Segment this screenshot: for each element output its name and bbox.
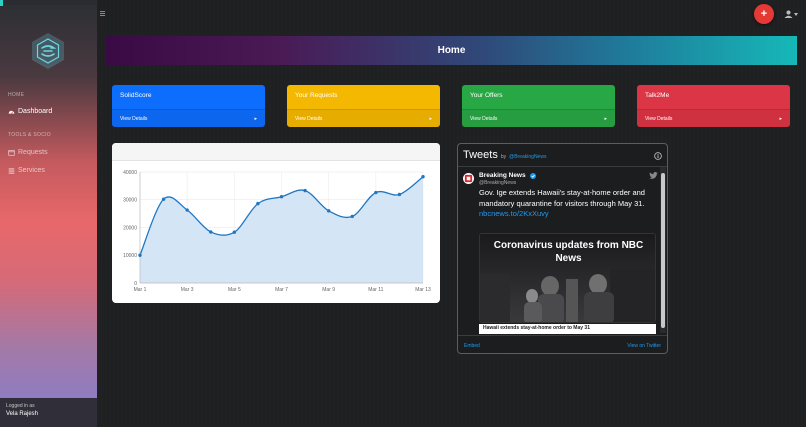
card-your-offers[interactable]: Your Offers View Details ▸ (462, 85, 615, 127)
tweets-by: by (500, 154, 507, 160)
data-point (256, 201, 260, 206)
chevron-right-icon: ▸ (604, 115, 607, 122)
verified-icon (530, 173, 536, 179)
sidebar-item-dashboard[interactable]: Dashboard (8, 108, 52, 115)
avatar[interactable] (463, 173, 474, 184)
sidebar-item-label: Services (18, 167, 45, 174)
nav-section-tools: TOOLS & SOCIO (8, 132, 51, 138)
view-details-link[interactable]: View Details (470, 116, 497, 122)
card-footer[interactable]: View Details ▸ (287, 109, 440, 127)
data-point (326, 209, 331, 213)
sidebar-item-label: Requests (18, 149, 48, 156)
page-title: Home (437, 45, 466, 56)
accent-corner (0, 0, 3, 6)
nav-section-home: HOME (8, 92, 25, 98)
tweets-header: Tweets by @BreakingNews (463, 149, 546, 161)
card-title: Talk2Me (645, 92, 670, 99)
tweets-title: Tweets (463, 149, 498, 161)
chevron-right-icon: ▸ (429, 115, 432, 122)
view-details-link[interactable]: View Details (295, 116, 322, 122)
y-tick-label: 0 (134, 281, 137, 287)
y-tick-label: 20000 (123, 225, 137, 231)
data-point (185, 208, 189, 212)
data-point (161, 197, 166, 201)
user-icon (784, 10, 793, 18)
card-title: SolidScore (120, 92, 152, 99)
tweet-link[interactable]: nbcnews.to/2KxXuvy (479, 209, 549, 218)
y-tick-label: 10000 (123, 253, 137, 259)
page-header: Home (106, 36, 797, 65)
view-on-twitter-link[interactable]: View on Twitter (627, 343, 661, 349)
sidebar-item-services[interactable]: Services (8, 167, 45, 174)
y-tick-label: 30000 (123, 198, 137, 204)
card-solidscore[interactable]: SolidScore View Details ▸ (112, 85, 265, 127)
chevron-right-icon: ▸ (254, 115, 257, 122)
x-tick-label: Mar 13 (415, 287, 431, 293)
x-tick-label: Mar 3 (181, 287, 194, 293)
info-icon[interactable] (654, 152, 662, 160)
card-your-requests[interactable]: Your Requests View Details ▸ (287, 85, 440, 127)
logged-in-panel: Logged in as Vela Rajesh (0, 398, 97, 427)
data-point (397, 192, 402, 197)
view-details-link[interactable]: View Details (645, 116, 672, 122)
logo-icon (32, 32, 64, 70)
card-title: Your Offers (470, 92, 503, 99)
card-footer[interactable]: View Details ▸ (462, 109, 615, 127)
user-menu[interactable] (784, 10, 798, 18)
card-title: Your Requests (295, 92, 338, 99)
embed-link[interactable]: Embed (464, 343, 480, 349)
list-icon (8, 168, 15, 174)
chart-card-header (112, 143, 440, 161)
app-logo[interactable] (31, 32, 65, 70)
data-point (374, 190, 378, 195)
x-tick-label: Mar 5 (228, 287, 241, 293)
divider (458, 166, 667, 167)
chevron-right-icon: ▸ (779, 115, 782, 122)
media-caption: Hawaii extends stay-at-home order to May… (479, 324, 656, 334)
x-tick-label: Mar 7 (275, 287, 288, 293)
data-point (279, 194, 284, 199)
sidebar: HOME Dashboard TOOLS & SOCIO Requests Se… (0, 0, 97, 427)
dashboard-icon (8, 110, 15, 114)
tweets-handle-link[interactable]: @BreakingNews (509, 154, 546, 160)
data-point (232, 230, 237, 234)
x-tick-label: Mar 1 (134, 287, 147, 293)
hamburger-icon[interactable] (100, 11, 105, 16)
data-point (350, 214, 354, 219)
data-point (209, 230, 213, 234)
sidebar-item-label: Dashboard (18, 108, 53, 115)
twitter-timeline: Tweets by @BreakingNews Breaking News @B… (457, 143, 668, 354)
twitter-bird-icon[interactable] (649, 172, 658, 179)
view-details-link[interactable]: View Details (120, 116, 147, 122)
card-footer[interactable]: View Details ▸ (637, 109, 790, 127)
tweet-text: Gov. Ige extends Hawaii's stay-at-home o… (479, 188, 645, 208)
scrollbar-thumb[interactable] (661, 173, 665, 328)
media-headline: Coronavirus updates from NBC News (493, 240, 644, 264)
add-button[interactable]: + (754, 4, 774, 24)
x-tick-label: Mar 11 (368, 287, 383, 293)
x-tick-label: Mar 9 (322, 287, 335, 293)
card-footer[interactable]: View Details ▸ (112, 109, 265, 127)
logged-in-user: Vela Rajesh (6, 411, 39, 417)
y-tick-label: 40000 (123, 170, 137, 176)
nbc-logo-icon (464, 174, 473, 183)
tweet-media-image[interactable]: Coronavirus updates from NBC News (479, 233, 656, 323)
tweet-author-name[interactable]: Breaking News (479, 172, 526, 179)
sidebar-item-requests[interactable]: Requests (8, 149, 48, 156)
data-point (303, 188, 307, 193)
data-point (138, 253, 142, 257)
tweet-author-handle[interactable]: @BreakingNews (479, 180, 516, 186)
area-chart: 0 10000 20000 30000 40000 Mar 1 Mar 3 Mar 5 Mar … (123, 170, 431, 293)
chevron-down-icon (794, 12, 798, 16)
calendar-icon (8, 150, 15, 156)
card-talk2me[interactable]: Talk2Me View Details ▸ (637, 85, 790, 127)
logged-in-label: Logged in as (6, 403, 35, 409)
sidebar-topbar (0, 0, 97, 5)
scrollbar[interactable] (660, 167, 666, 333)
data-point (421, 175, 425, 179)
chart-card: 0 10000 20000 30000 40000 Mar 1 Mar 3 Mar 5 Mar … (112, 143, 440, 303)
tweets-footer: Embed View on Twitter (458, 335, 667, 353)
